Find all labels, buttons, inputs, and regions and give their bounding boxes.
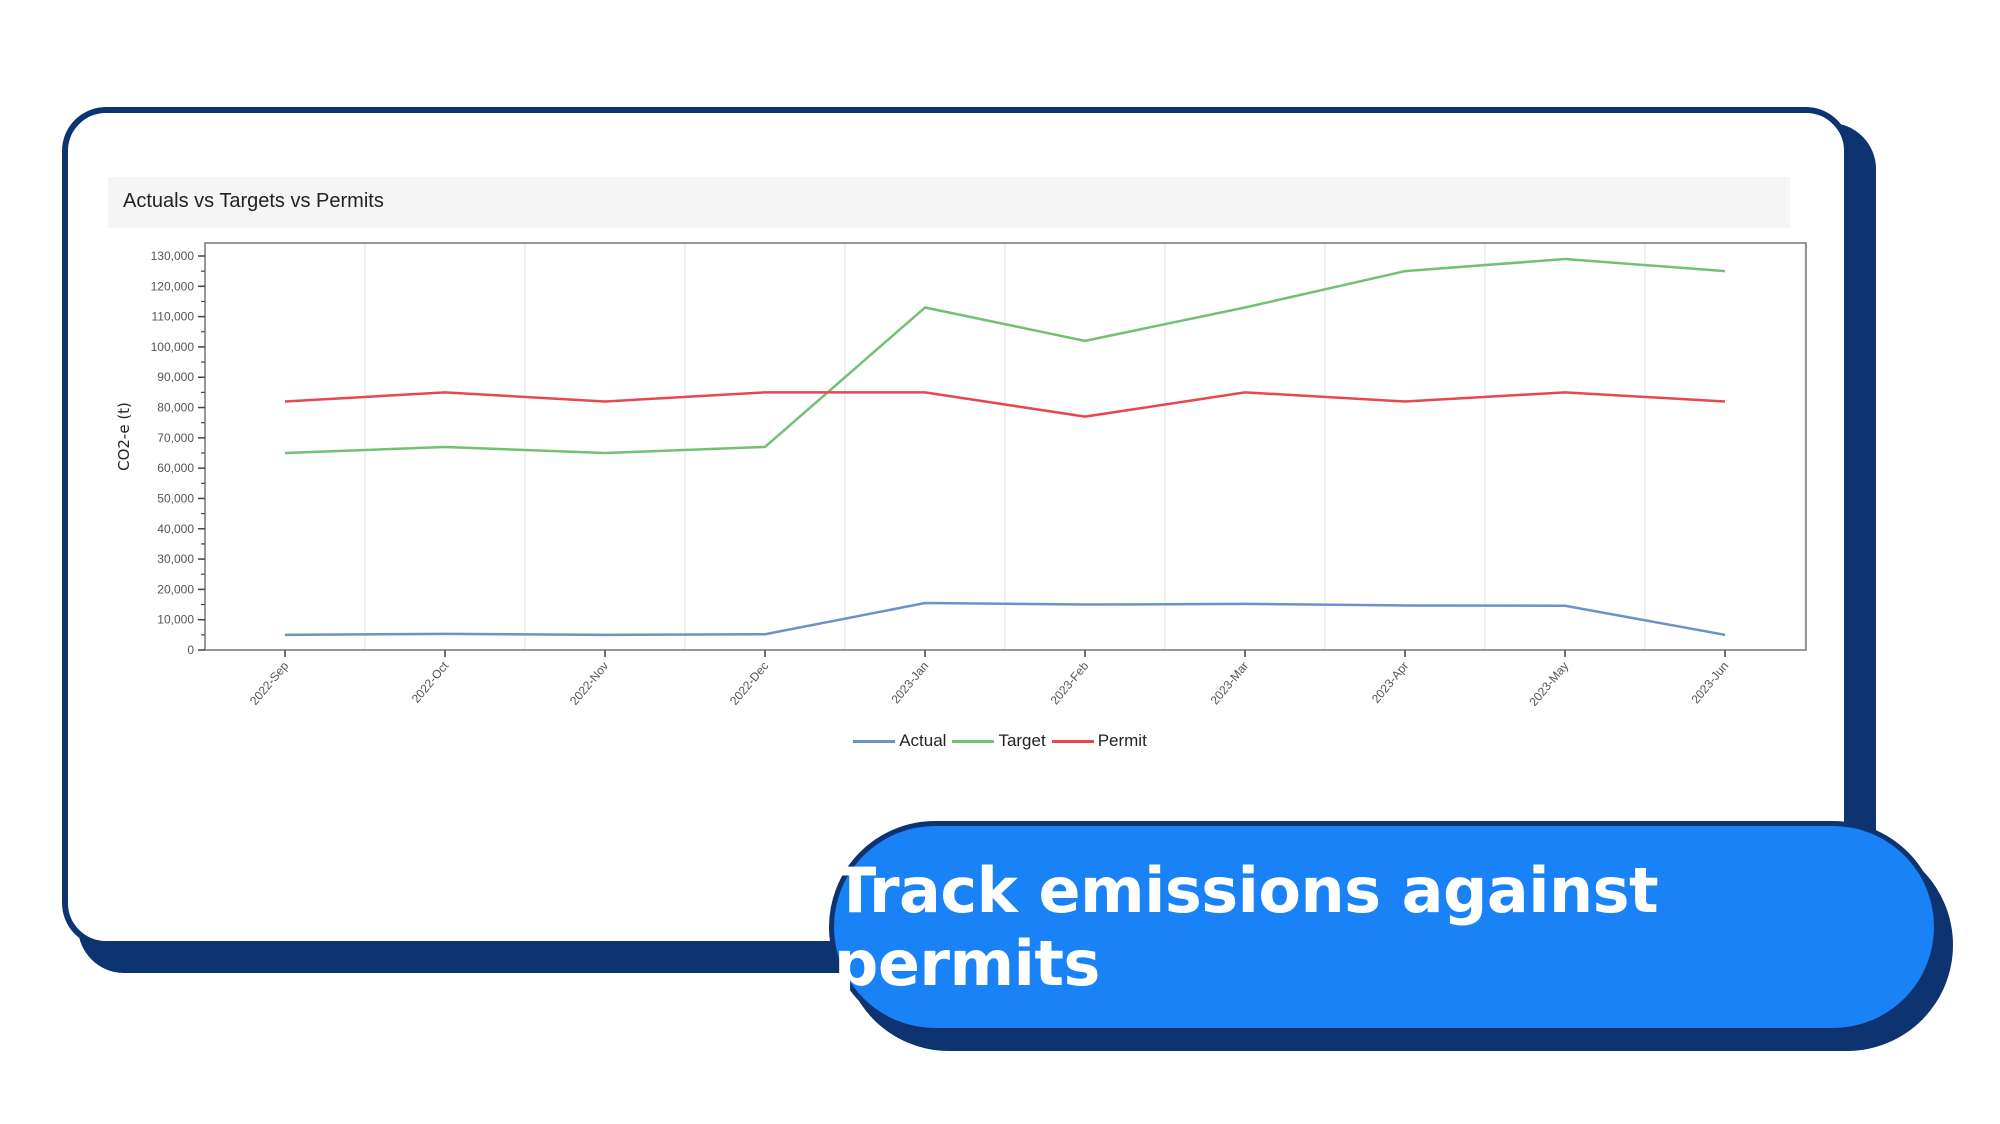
y-tick-label: 120,000 (151, 279, 195, 293)
legend-label: Actual (899, 731, 947, 750)
x-tick-label: 2023-Mar (1208, 659, 1252, 707)
legend-label: Permit (1097, 731, 1147, 750)
legend-label: Target (998, 731, 1046, 750)
x-tick-label: 2023-May (1526, 659, 1571, 709)
y-tick-label: 110,000 (152, 310, 195, 324)
x-tick-label: 2022-Sep (247, 659, 291, 708)
x-tick-label: 2023-Feb (1048, 659, 1092, 708)
y-tick-label: 60,000 (157, 461, 194, 475)
x-tick-label: 2022-Dec (727, 659, 771, 708)
y-tick-label: 30,000 (157, 552, 194, 566)
legend-swatch (952, 740, 995, 744)
y-tick-label: 50,000 (157, 491, 194, 505)
banner: Track emissions against permits (829, 821, 1939, 1033)
y-tick-label: 20,000 (157, 582, 194, 596)
x-tick-label: 2022-Oct (409, 658, 452, 705)
y-tick-label: 130,000 (151, 249, 195, 263)
legend-item-target[interactable]: Target (952, 731, 1046, 751)
y-tick-label: 100,000 (151, 340, 195, 354)
legend-item-actual[interactable]: Actual (853, 731, 946, 751)
y-tick-label: 0 (187, 643, 194, 657)
x-tick-label: 2023-Apr (1369, 659, 1411, 706)
y-tick-label: 90,000 (157, 370, 194, 384)
legend-item-permit[interactable]: Permit (1051, 731, 1147, 751)
legend-swatch (853, 740, 896, 744)
x-tick-label: 2022-Nov (567, 659, 611, 708)
banner-text: Track emissions against permits (834, 854, 1659, 1000)
y-tick-label: 40,000 (157, 522, 194, 536)
y-tick-label: 70,000 (157, 431, 194, 445)
legend-swatch (1051, 740, 1094, 744)
x-tick-label: 2023-Jan (888, 659, 931, 706)
y-axis-label: CO2-e (t) (115, 402, 133, 471)
y-tick-label: 80,000 (157, 401, 194, 415)
x-tick-label: 2023-Jun (1688, 659, 1731, 706)
chart-legend: Actual Target Permit (0, 731, 2000, 751)
y-tick-label: 10,000 (157, 613, 194, 627)
